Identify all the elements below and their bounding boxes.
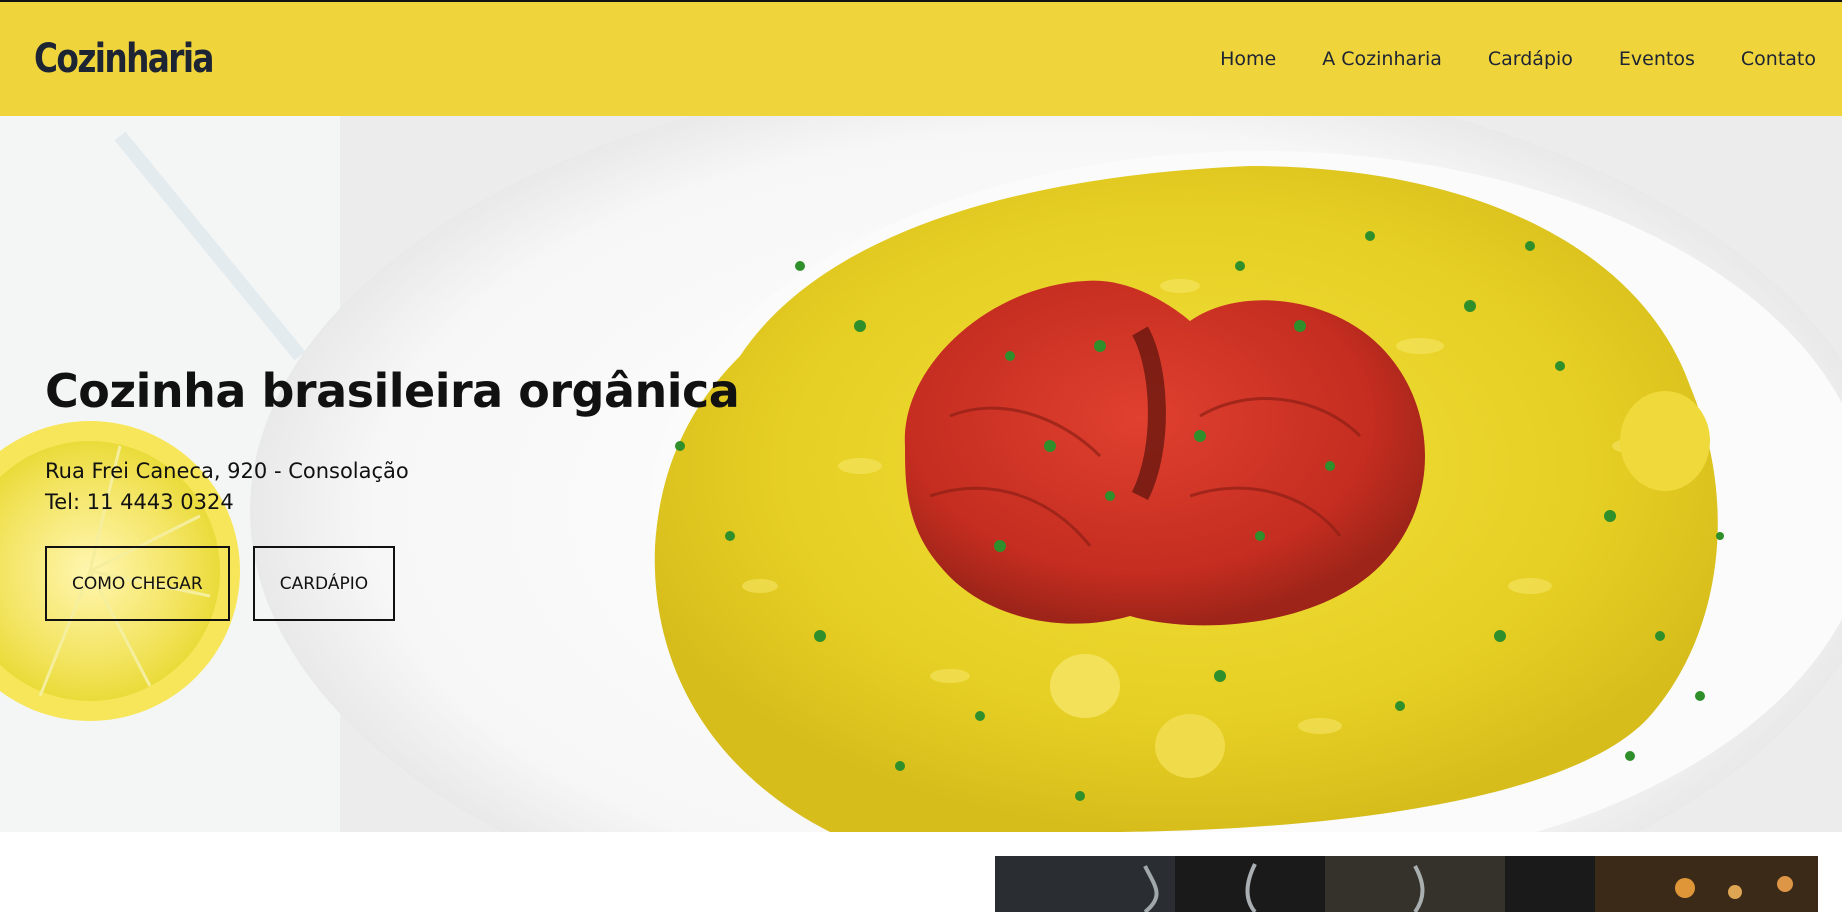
hero-title: Cozinha brasileira orgânica <box>45 364 740 418</box>
nav-cardapio[interactable]: Cardápio <box>1488 48 1573 70</box>
como-chegar-button[interactable]: COMO CHEGAR <box>45 546 230 621</box>
site-logo[interactable]: Cozinharia <box>34 36 215 82</box>
nav-a-cozinharia[interactable]: A Cozinharia <box>1322 48 1442 70</box>
nav-home[interactable]: Home <box>1220 48 1276 70</box>
hero-buttons: COMO CHEGAR CARDÁPIO <box>45 546 739 621</box>
restaurant-interior-photo <box>995 856 1818 912</box>
hero-address: Rua Frei Caneca, 920 - Consolação <box>45 459 409 483</box>
hero-content: Cozinha brasileira orgânica Rua Frei Can… <box>45 364 740 621</box>
main-nav: Home A Cozinharia Cardápio Eventos Conta… <box>1220 48 1816 70</box>
hero-phone: Tel: 11 4443 0324 <box>45 490 234 514</box>
hero-section: Cozinha brasileira orgânica Rua Frei Can… <box>0 116 1842 832</box>
cardapio-button[interactable]: CARDÁPIO <box>252 546 396 621</box>
nav-contato[interactable]: Contato <box>1741 48 1816 70</box>
top-navbar: Cozinharia Home A Cozinharia Cardápio Ev… <box>0 0 1842 116</box>
nav-eventos[interactable]: Eventos <box>1619 48 1695 70</box>
